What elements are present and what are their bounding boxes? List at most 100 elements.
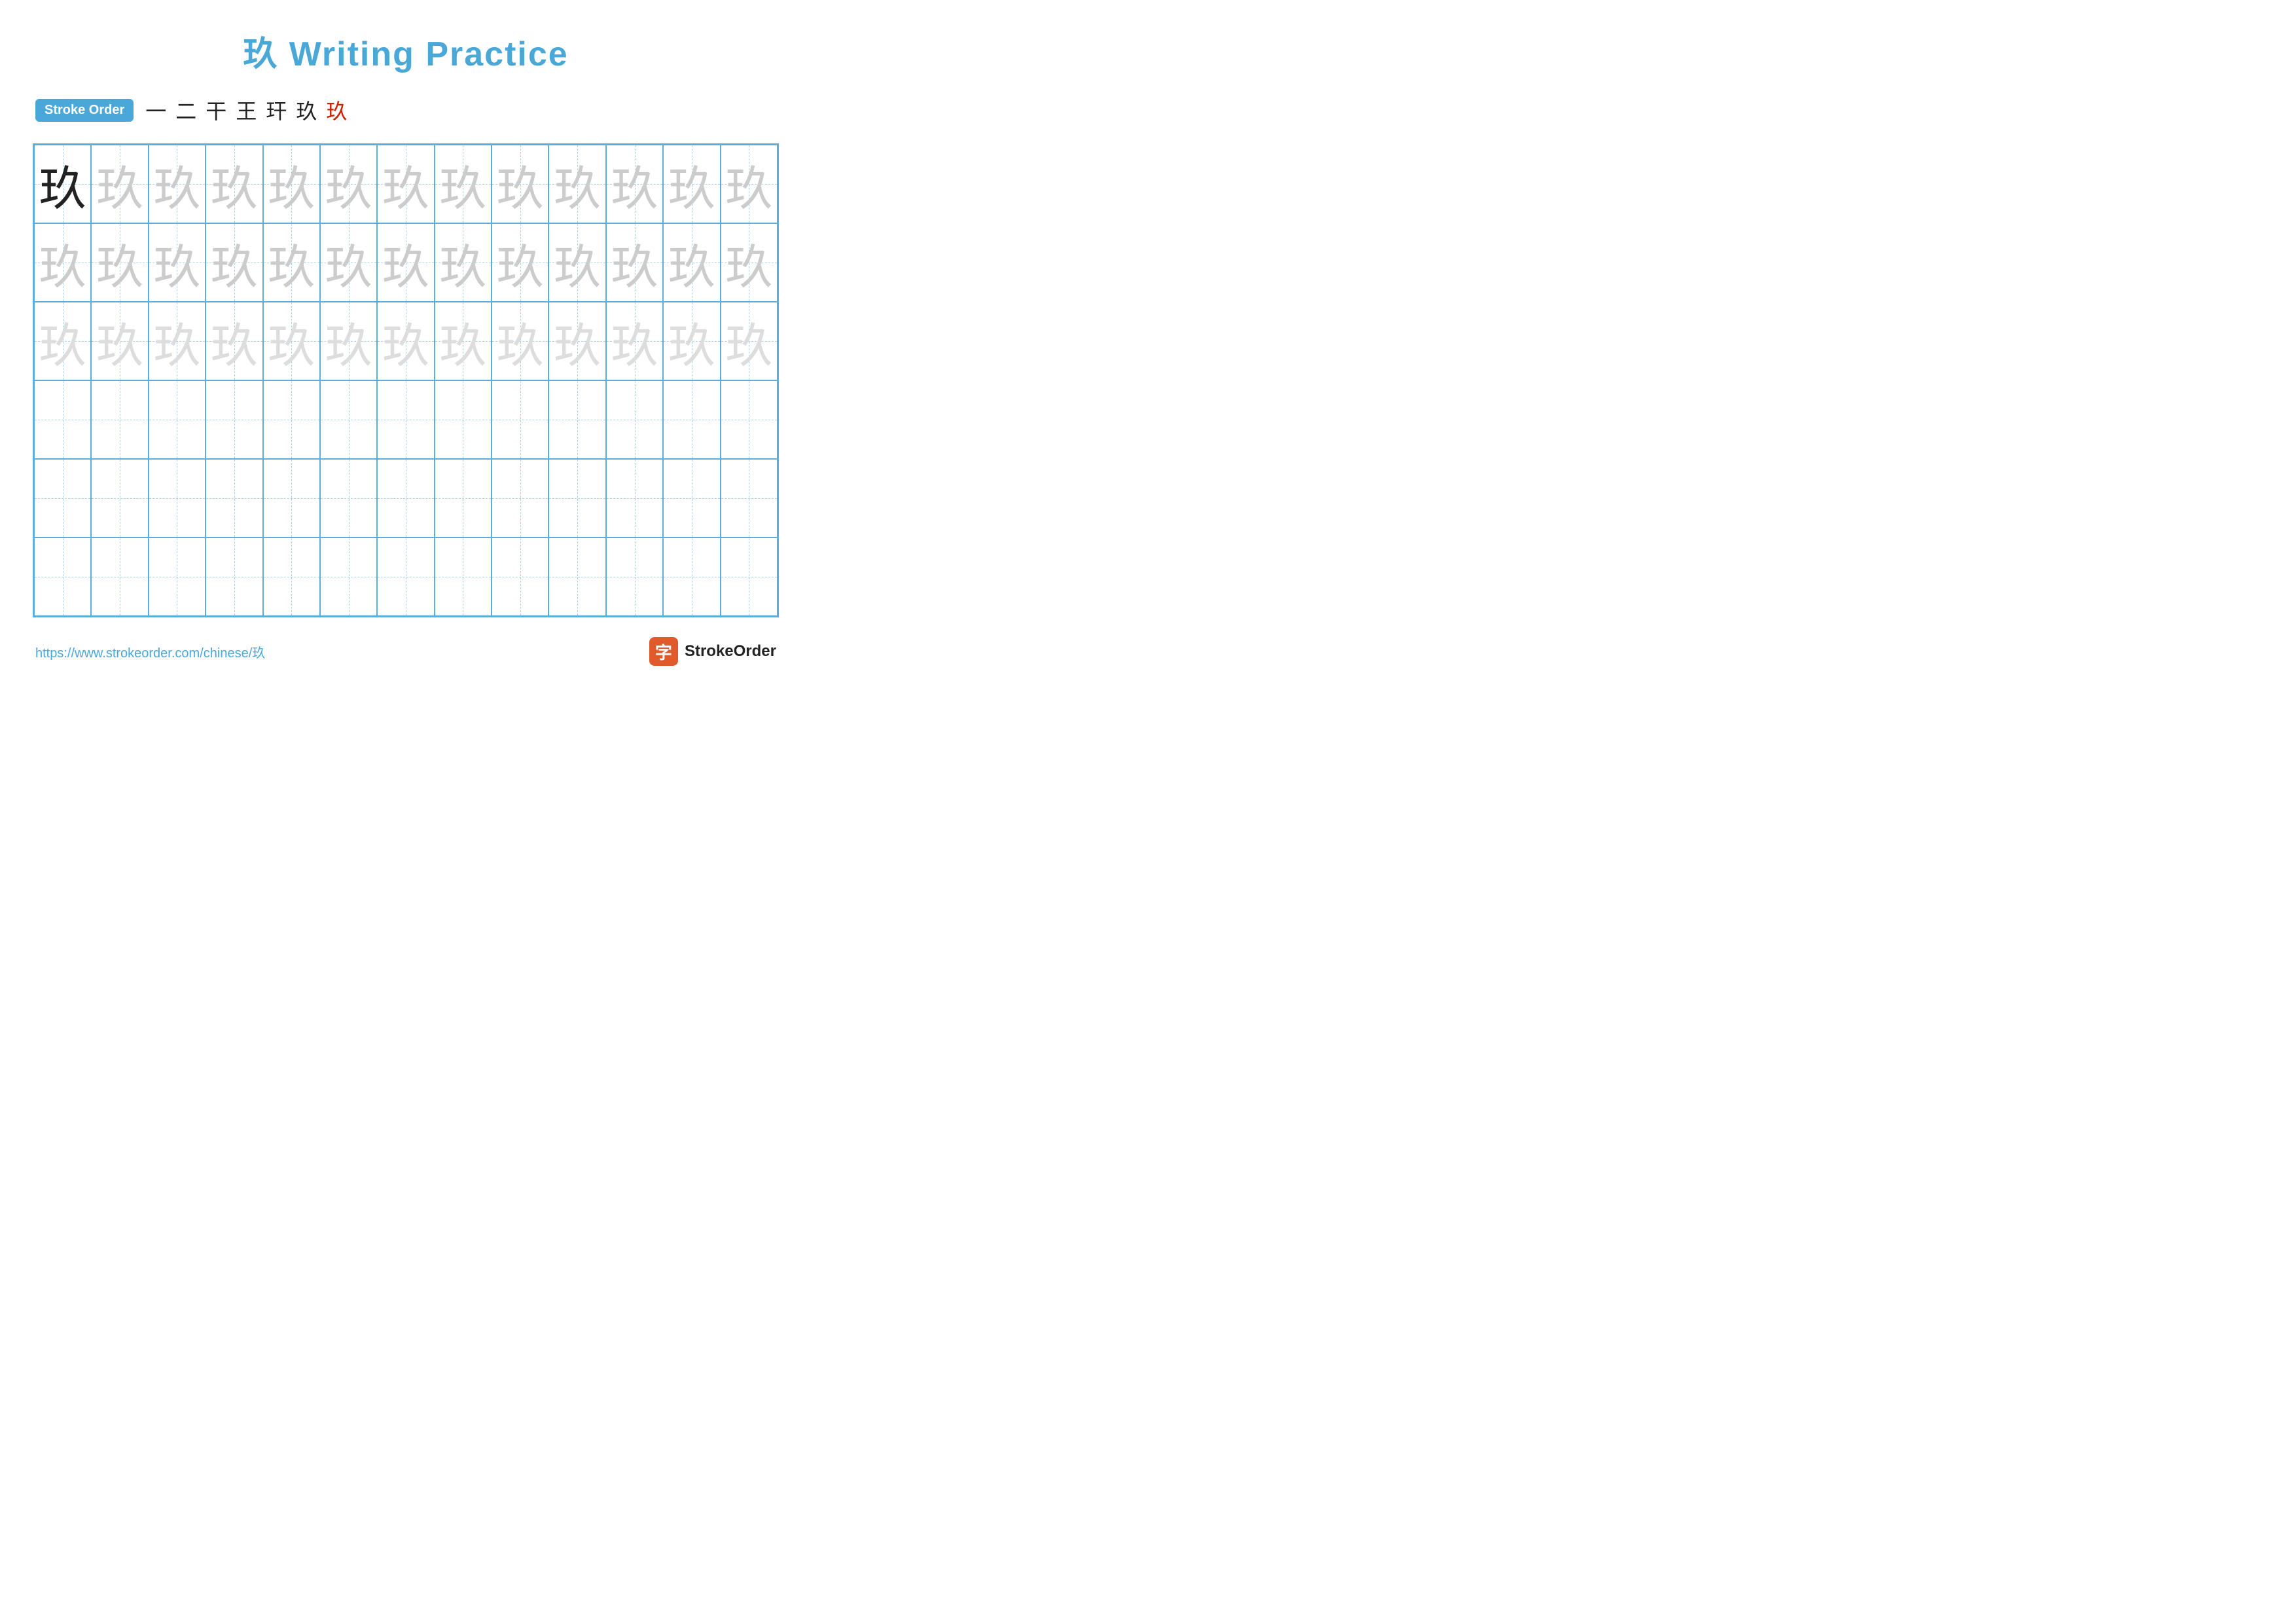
grid-cell[interactable]: 玖 [320, 223, 377, 302]
grid-cell[interactable] [548, 538, 605, 616]
practice-char: 玖 [439, 228, 486, 297]
grid-cell[interactable] [435, 459, 492, 538]
grid-cell[interactable] [34, 380, 91, 459]
grid-cell[interactable] [606, 380, 663, 459]
grid-cell[interactable]: 玖 [91, 145, 148, 223]
grid-cell[interactable]: 玖 [34, 223, 91, 302]
practice-char: 玖 [554, 150, 601, 219]
grid-cell[interactable]: 玖 [34, 145, 91, 223]
grid-cell[interactable]: 玖 [34, 302, 91, 380]
grid-cell[interactable] [377, 538, 434, 616]
grid-cell[interactable]: 玖 [721, 302, 778, 380]
grid-cell[interactable]: 玖 [663, 145, 720, 223]
grid-cell[interactable]: 玖 [149, 223, 206, 302]
grid-cell[interactable] [320, 380, 377, 459]
stroke-char-7: 玖 [326, 95, 347, 125]
grid-cell[interactable] [663, 538, 720, 616]
grid-cell[interactable] [91, 538, 148, 616]
grid-cell[interactable] [149, 380, 206, 459]
practice-char: 玖 [268, 307, 315, 376]
practice-char: 玖 [382, 150, 429, 219]
grid-cell[interactable]: 玖 [492, 145, 548, 223]
grid-cell[interactable]: 玖 [377, 223, 434, 302]
grid-cell[interactable]: 玖 [435, 302, 492, 380]
grid-cell[interactable]: 玖 [377, 145, 434, 223]
grid-cell[interactable]: 玖 [435, 223, 492, 302]
practice-char: 玖 [153, 307, 200, 376]
grid-cell[interactable] [663, 380, 720, 459]
grid-cell[interactable]: 玖 [663, 302, 720, 380]
practice-char: 玖 [439, 307, 486, 376]
footer-logo: 字 StrokeOrder [649, 637, 776, 666]
grid-cell[interactable] [263, 380, 320, 459]
grid-cell[interactable] [721, 459, 778, 538]
grid-cell[interactable]: 玖 [606, 145, 663, 223]
grid-cell[interactable]: 玖 [492, 302, 548, 380]
grid-cell[interactable] [149, 538, 206, 616]
grid-cell[interactable]: 玖 [206, 223, 262, 302]
grid-cell[interactable] [206, 380, 262, 459]
grid-cell[interactable]: 玖 [548, 145, 605, 223]
grid-cell[interactable] [721, 380, 778, 459]
grid-cell[interactable]: 玖 [548, 302, 605, 380]
practice-char: 玖 [39, 228, 86, 297]
grid-cell[interactable] [320, 538, 377, 616]
practice-char: 玖 [268, 228, 315, 297]
practice-char: 玖 [725, 150, 772, 219]
grid-cell[interactable]: 玖 [91, 302, 148, 380]
practice-char: 玖 [497, 150, 544, 219]
grid-cell[interactable] [606, 538, 663, 616]
footer: https://www.strokeorder.com/chinese/玖 字 … [33, 637, 779, 666]
grid-cell[interactable]: 玖 [721, 223, 778, 302]
practice-char: 玖 [96, 228, 143, 297]
practice-char: 玖 [382, 307, 429, 376]
grid-cell[interactable] [721, 538, 778, 616]
grid-cell[interactable] [34, 459, 91, 538]
grid-cell[interactable] [206, 459, 262, 538]
grid-cell[interactable]: 玖 [548, 223, 605, 302]
grid-cell[interactable] [377, 380, 434, 459]
grid-cell[interactable] [377, 459, 434, 538]
grid-cell[interactable] [263, 459, 320, 538]
grid-cell[interactable]: 玖 [263, 223, 320, 302]
grid-cell[interactable] [663, 459, 720, 538]
grid-cell[interactable] [435, 538, 492, 616]
grid-cell[interactable]: 玖 [91, 223, 148, 302]
grid-cell[interactable] [149, 459, 206, 538]
grid-cell[interactable] [548, 380, 605, 459]
grid-cell[interactable]: 玖 [606, 223, 663, 302]
grid-cell[interactable] [548, 459, 605, 538]
grid-cell[interactable]: 玖 [206, 302, 262, 380]
grid-cell[interactable]: 玖 [149, 145, 206, 223]
grid-cell[interactable]: 玖 [149, 302, 206, 380]
grid-cell[interactable]: 玖 [606, 302, 663, 380]
grid-cell[interactable]: 玖 [320, 302, 377, 380]
practice-char: 玖 [668, 150, 715, 219]
grid-cell[interactable]: 玖 [206, 145, 262, 223]
grid-cell[interactable] [206, 538, 262, 616]
grid-cell[interactable]: 玖 [263, 302, 320, 380]
grid-cell[interactable]: 玖 [721, 145, 778, 223]
grid-cell[interactable] [492, 538, 548, 616]
grid-cell[interactable]: 玖 [663, 223, 720, 302]
grid-cell[interactable]: 玖 [492, 223, 548, 302]
grid-cell[interactable]: 玖 [435, 145, 492, 223]
grid-cell[interactable] [492, 459, 548, 538]
grid-cell[interactable]: 玖 [377, 302, 434, 380]
practice-char: 玖 [497, 307, 544, 376]
grid-cell[interactable] [320, 459, 377, 538]
footer-url[interactable]: https://www.strokeorder.com/chinese/玖 [35, 642, 265, 661]
grid-cell[interactable] [91, 380, 148, 459]
stroke-order-row: Stroke Order 一 二 干 王 玕 玖 玖 [33, 95, 779, 125]
grid-cell[interactable] [34, 538, 91, 616]
practice-char: 玖 [96, 307, 143, 376]
grid-cell[interactable] [606, 459, 663, 538]
grid-cell[interactable] [91, 459, 148, 538]
grid-cell[interactable]: 玖 [263, 145, 320, 223]
grid-cell[interactable] [492, 380, 548, 459]
grid-cell[interactable] [263, 538, 320, 616]
practice-char: 玖 [725, 228, 772, 297]
grid-cell[interactable] [435, 380, 492, 459]
practice-char: 玖 [439, 150, 486, 219]
grid-cell[interactable]: 玖 [320, 145, 377, 223]
